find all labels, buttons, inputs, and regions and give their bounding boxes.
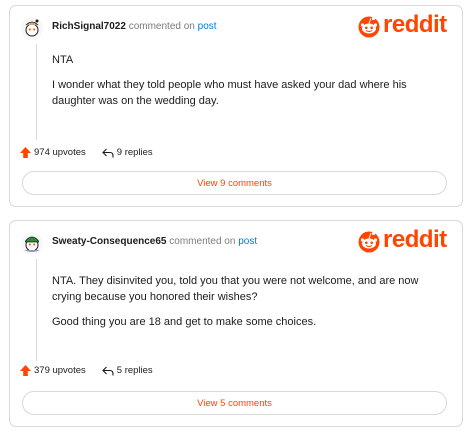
thread-line[interactable] [36,44,37,140]
username[interactable]: Sweaty-Consequence65 [52,236,167,247]
upvote-arrow-icon[interactable] [20,147,31,158]
reddit-wordmark: reddit [383,226,447,253]
reddit-logo[interactable]: reddit [356,226,447,254]
view-comments-button[interactable]: View 9 comments [22,171,447,195]
comment-actions: 379 upvotes 5 replies [20,365,153,376]
reply-arrow-icon[interactable] [101,366,114,376]
reddit-logo[interactable]: reddit [356,11,447,39]
upvote-arrow-icon[interactable] [20,365,31,376]
comment-header: RichSignal7022 commented on post [52,21,217,32]
comment-card: Sweaty-Consequence65 commented on post r… [9,220,463,427]
commented-on-text: commented on [128,21,195,32]
user-avatar-icon[interactable] [21,17,43,39]
reddit-wordmark: reddit [383,11,447,38]
view-comments-button[interactable]: View 5 comments [22,391,447,415]
comment-card: RichSignal7022 commented on post reddit … [9,5,463,207]
comment-paragraph: NTA. They disinvited you, told you that … [52,275,419,303]
reddit-snoo-icon [358,231,380,253]
commented-on-text: commented on [169,236,236,247]
comment-actions: 974 upvotes 9 replies [20,147,153,158]
comment-header: Sweaty-Consequence65 commented on post [52,236,257,247]
post-link[interactable]: post [238,236,257,247]
reply-count[interactable]: 5 replies [117,365,153,376]
reply-arrow-icon[interactable] [101,148,114,158]
comment-body: NTA. They disinvited you, told you that … [52,273,442,339]
comment-paragraph: Good thing you are 18 and get to make so… [52,316,317,328]
upvote-count: 974 upvotes [34,147,86,158]
thread-line[interactable] [36,259,37,361]
user-avatar-icon[interactable] [21,232,43,254]
reddit-snoo-icon [358,16,380,38]
post-link[interactable]: post [198,21,217,32]
reply-count[interactable]: 9 replies [117,147,153,158]
upvote-count: 379 upvotes [34,365,86,376]
comment-body: NTA I wonder what they told people who m… [52,52,442,118]
username[interactable]: RichSignal7022 [52,21,126,32]
comment-paragraph: I wonder what they told people who must … [52,79,407,107]
comment-paragraph: NTA [52,54,74,66]
